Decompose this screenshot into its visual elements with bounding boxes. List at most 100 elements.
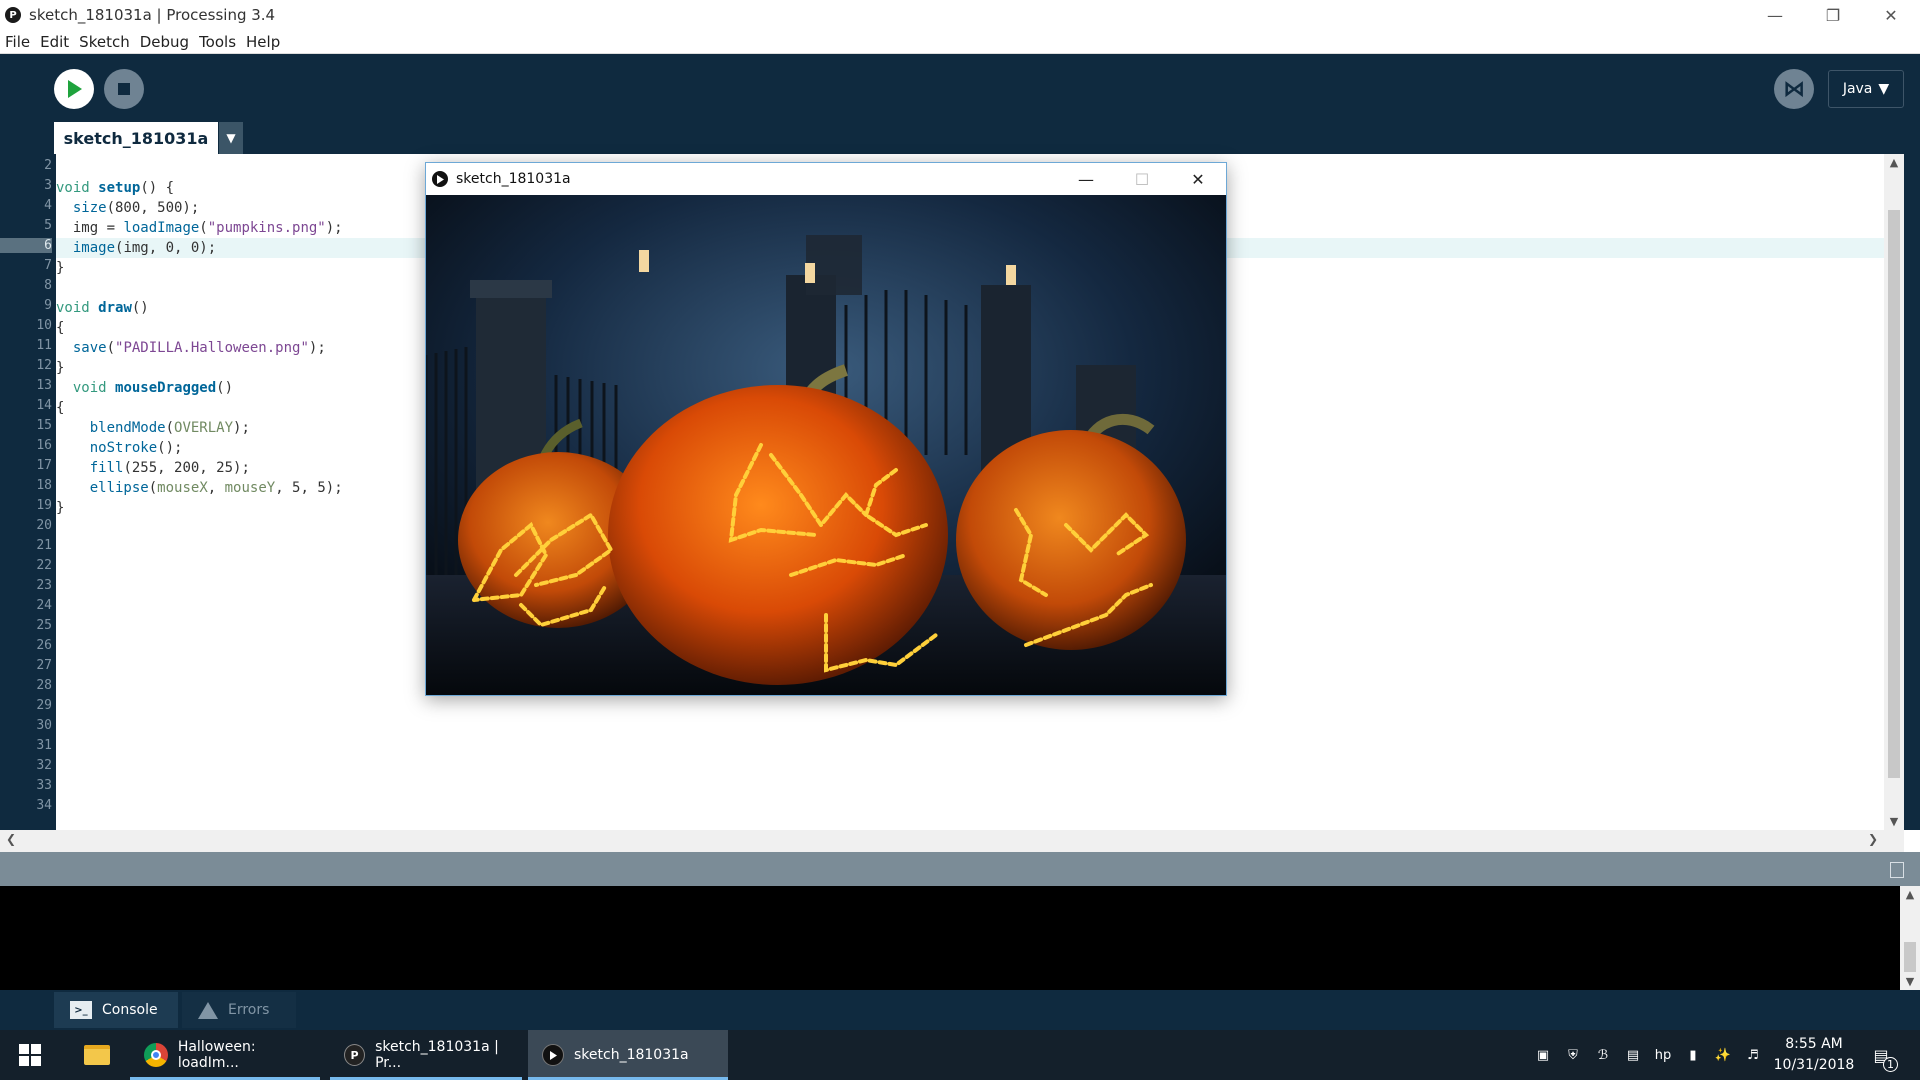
line-number: 30	[36, 718, 52, 733]
line-number: 17	[36, 458, 52, 473]
line-number: 9	[44, 298, 52, 313]
notification-center-button[interactable]: ▤ 1	[1866, 1042, 1898, 1072]
console-scrollbar[interactable]: ▲ ▼	[1900, 886, 1920, 990]
taskbar-processing[interactable]: P sketch_181031a | Pr...	[330, 1030, 522, 1080]
bluetooth-icon[interactable]: ℬ	[1592, 1044, 1614, 1066]
taskbar-file-explorer[interactable]	[70, 1030, 118, 1080]
status-bar	[0, 852, 1920, 886]
stop-button[interactable]	[104, 69, 144, 109]
line-number: 31	[36, 738, 52, 753]
menu-bar: File Edit Sketch Debug Tools Help	[0, 30, 1920, 54]
tab-errors-label: Errors	[228, 1002, 270, 1018]
console-tab-bar: >_ Console Errors	[0, 990, 1920, 1030]
close-icon[interactable]: ✕	[1170, 163, 1226, 195]
taskbar-chrome-label: Halloween: loadIm...	[177, 1039, 256, 1071]
file-explorer-icon	[84, 1045, 110, 1065]
restore-icon[interactable]: ❐	[1804, 0, 1862, 30]
line-number: 23	[36, 578, 52, 593]
system-tray: ▣ ⛨ ℬ ▤ hp ▮ ✨ ♬	[1532, 1044, 1764, 1066]
ide-toolbar: ⋈ Java ▼ sketch_181031a ▼	[0, 54, 1920, 154]
tab-console[interactable]: >_ Console	[54, 992, 178, 1028]
menu-edit[interactable]: Edit	[35, 33, 74, 51]
scrollbar-thumb[interactable]	[1904, 942, 1916, 972]
clock-time: 8:55 AM	[1785, 1036, 1843, 1052]
wifi-icon[interactable]: ✨	[1712, 1044, 1734, 1066]
line-number: 12	[36, 358, 52, 373]
shield-icon[interactable]: ⛨	[1562, 1044, 1584, 1066]
copy-icon[interactable]	[1890, 862, 1904, 878]
pumpkin-scene-image	[426, 195, 1226, 695]
line-number: 33	[36, 778, 52, 793]
mode-label: Java	[1842, 81, 1873, 97]
line-number: 29	[36, 698, 52, 713]
stop-icon	[118, 83, 130, 95]
run-button[interactable]	[54, 69, 94, 109]
chevron-left-icon[interactable]: ❮	[6, 832, 16, 846]
app-tray-icon[interactable]: ▣	[1532, 1044, 1554, 1066]
line-number-current: 6	[0, 238, 52, 253]
scrollbar-corner	[1904, 830, 1920, 852]
debugger-button[interactable]: ⋈	[1774, 69, 1814, 109]
line-number: 10	[36, 318, 52, 333]
menu-debug[interactable]: Debug	[135, 33, 194, 51]
line-number: 14	[36, 398, 52, 413]
close-icon[interactable]: ✕	[1862, 0, 1920, 30]
editor-right-margin	[1904, 154, 1920, 830]
sketch-output-window[interactable]: sketch_181031a — ☐ ✕	[425, 162, 1227, 696]
line-number: 21	[36, 538, 52, 553]
menu-help[interactable]: Help	[241, 33, 285, 51]
taskbar-chrome[interactable]: Halloween: loadIm...	[130, 1030, 320, 1080]
line-number: 5	[44, 218, 52, 233]
tab-sketch[interactable]: sketch_181031a	[54, 122, 218, 154]
warning-icon	[198, 1001, 218, 1019]
sketch-canvas[interactable]	[426, 195, 1226, 695]
line-number: 8	[44, 278, 52, 293]
tab-errors[interactable]: Errors	[182, 992, 296, 1028]
play-icon	[542, 1044, 564, 1066]
mode-selector[interactable]: Java ▼	[1828, 70, 1904, 108]
line-number: 13	[36, 378, 52, 393]
chevron-down-icon: ▼	[1878, 81, 1890, 97]
sketch-window-title-bar[interactable]: sketch_181031a — ☐ ✕	[426, 163, 1226, 195]
terminal-icon: >_	[70, 1001, 92, 1019]
windows-taskbar: Halloween: loadIm... P sketch_181031a | …	[0, 1030, 1920, 1080]
notification-count: 1	[1883, 1057, 1898, 1072]
chrome-icon	[144, 1043, 168, 1067]
start-button[interactable]	[12, 1042, 48, 1068]
chevron-down-icon: ▼	[226, 131, 236, 145]
editor-horizontal-scrollbar[interactable]: ❮ ❯	[0, 830, 1904, 852]
editor-vertical-scrollbar[interactable]: ▲ ▼	[1884, 154, 1904, 830]
scrollbar-thumb[interactable]	[1888, 210, 1900, 778]
taskbar-sketch[interactable]: sketch_181031a	[528, 1030, 728, 1080]
window-title-bar: P sketch_181031a | Processing 3.4 — ❐ ✕	[0, 0, 1920, 30]
menu-file[interactable]: File	[0, 33, 35, 51]
minimize-icon[interactable]: —	[1746, 0, 1804, 30]
network-adapter-icon[interactable]: ▤	[1622, 1044, 1644, 1066]
play-icon	[432, 171, 448, 187]
hp-icon[interactable]: hp	[1652, 1044, 1674, 1066]
line-number: 19	[36, 498, 52, 513]
chevron-down-icon[interactable]: ▼	[1900, 975, 1920, 988]
line-number: 15	[36, 418, 52, 433]
line-number: 28	[36, 678, 52, 693]
maximize-icon: ☐	[1134, 169, 1150, 189]
line-number: 22	[36, 558, 52, 573]
taskbar-clock[interactable]: 8:55 AM 10/31/2018	[1766, 1034, 1862, 1076]
minimize-icon[interactable]: —	[1058, 163, 1114, 195]
line-number: 7	[44, 258, 52, 273]
battery-icon[interactable]: ▮	[1682, 1044, 1704, 1066]
tab-menu-button[interactable]: ▼	[219, 122, 243, 154]
chevron-up-icon[interactable]: ▲	[1884, 156, 1904, 169]
line-number: 11	[36, 338, 52, 353]
console-output[interactable]	[0, 886, 1900, 990]
menu-sketch[interactable]: Sketch	[74, 33, 135, 51]
line-number: 34	[36, 798, 52, 813]
processing-icon: P	[5, 7, 21, 23]
chevron-down-icon[interactable]: ▼	[1884, 815, 1904, 828]
line-number: 3	[44, 178, 52, 193]
line-number: 24	[36, 598, 52, 613]
chevron-right-icon[interactable]: ❯	[1868, 832, 1878, 846]
volume-icon[interactable]: ♬	[1742, 1044, 1764, 1066]
menu-tools[interactable]: Tools	[194, 33, 241, 51]
chevron-up-icon[interactable]: ▲	[1900, 888, 1920, 901]
